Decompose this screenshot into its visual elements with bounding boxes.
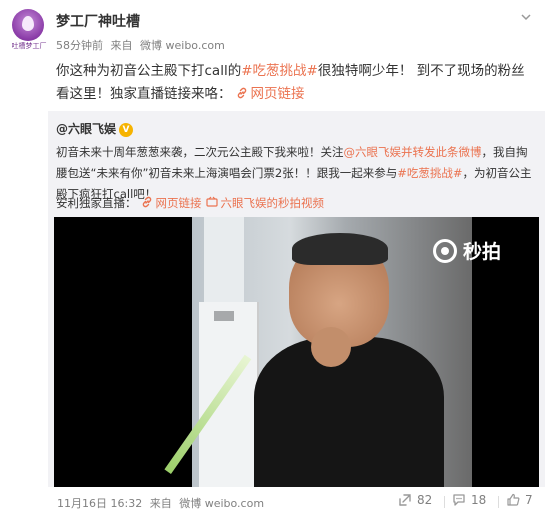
divider [498, 496, 499, 508]
repost-source[interactable]: 微博 weibo.com [179, 497, 264, 510]
post-web-link-label: 网页链接 [250, 86, 305, 102]
video-link-label: 六眼飞娱的秒拍视频 [220, 196, 325, 210]
share-icon [399, 494, 411, 506]
repost-meta: 11月16日 16:32 来自 微博 weibo.com [57, 495, 268, 511]
comment-icon [453, 494, 465, 506]
repost-count: 82 [417, 493, 433, 507]
post-web-link[interactable]: 网页链接 [232, 86, 305, 102]
post-text: 你这种为初音公主殿下打call的#吃葱挑战#很独特啊少年！ 到不了现场的粉丝看这… [56, 60, 526, 106]
live-web-link-label: 网页链接 [155, 196, 202, 210]
repost-author-name[interactable]: @六眼飞娱 [56, 122, 116, 136]
like-count: 7 [525, 493, 533, 507]
video-link[interactable]: 六眼飞娱的秒拍视频 [202, 196, 325, 210]
repost-date[interactable]: 11月16日 16:32 [57, 497, 142, 510]
verified-badge-icon: V [119, 123, 134, 137]
post-topic-link[interactable]: #吃葱挑战# [241, 63, 318, 79]
post-meta: 58分钟前 来自 微博 weibo.com [56, 37, 229, 53]
video-frame-box [214, 311, 234, 321]
live-web-link[interactable]: 网页链接 [137, 196, 202, 210]
post-from-label: 来自 [110, 39, 133, 52]
miaopai-watermark: 秒拍 [433, 237, 501, 264]
post-author[interactable]: 梦工厂神吐槽 [56, 11, 140, 31]
repost-text-part1: 初音未来十周年葱葱来袭，二次元公主殿下我来啦！关注 [56, 145, 344, 159]
repost-button[interactable]: 82 [398, 493, 432, 507]
repost-author[interactable]: @六眼飞娱 V [56, 120, 134, 137]
video-person-body [254, 337, 444, 487]
repost-from-label: 来自 [149, 497, 172, 510]
camera-icon [433, 239, 457, 263]
drop-logo-icon [22, 16, 34, 31]
repost-card: @六眼飞娱 V 初音未来十周年葱葱来袭，二次元公主殿下我来啦！关注@六眼飞娱并转发… [48, 111, 545, 487]
video-frame-window [204, 217, 244, 307]
repost-mention-link[interactable]: @六眼飞娱并转发此条微博 [344, 145, 482, 159]
avatar-caption: 吐槽梦工厂 [11, 42, 47, 50]
repost-footer: 11月16日 16:32 来自 微博 weibo.com 82 18 7 [48, 490, 545, 514]
watermark-text: 秒拍 [463, 241, 502, 263]
video-person-hair [292, 233, 388, 265]
comment-button[interactable]: 18 [452, 493, 486, 507]
link-icon [237, 87, 246, 99]
repost-topic-link[interactable]: #吃葱挑战# [397, 166, 462, 180]
divider [444, 496, 445, 508]
avatar[interactable] [12, 9, 44, 41]
video-icon [205, 196, 218, 207]
repost-live-line: 安利独家直播： 网页链接 六眼飞娱的秒拍视频 [56, 195, 324, 211]
link-icon [142, 196, 151, 208]
comment-count: 18 [471, 493, 487, 507]
post-text-before: 你这种为初音公主殿下打call的 [56, 63, 242, 79]
like-button[interactable]: 7 [506, 493, 533, 507]
video-frame-shelf [199, 302, 259, 487]
video-player[interactable]: 秒拍 [54, 217, 539, 487]
thumbs-up-icon [507, 493, 520, 506]
post-source[interactable]: 微博 weibo.com [140, 39, 225, 52]
video-person-hand [311, 327, 351, 367]
live-prefix: 安利独家直播： [56, 196, 137, 210]
chevron-down-icon[interactable] [519, 10, 533, 24]
post-time[interactable]: 58分钟前 [56, 39, 103, 52]
